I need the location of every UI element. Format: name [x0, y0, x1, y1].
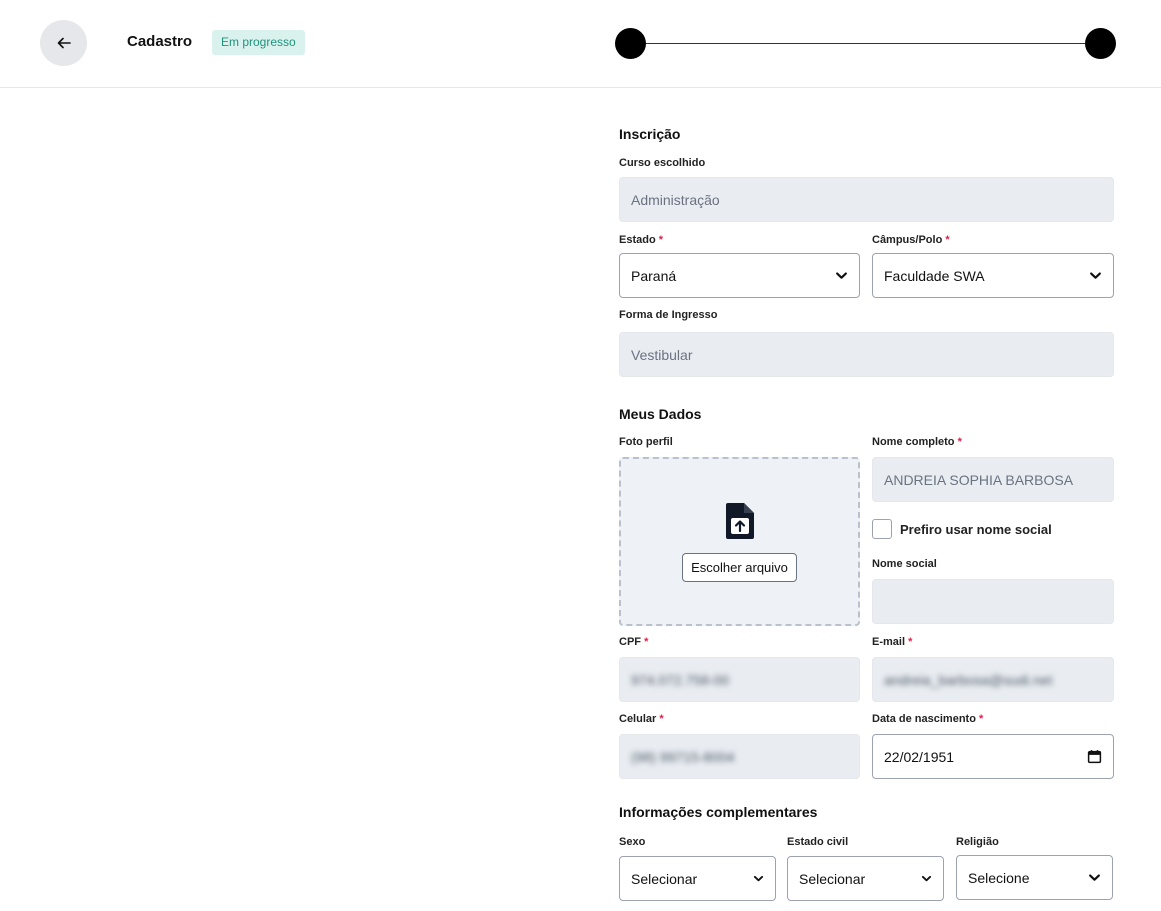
estado-civil-select[interactable]: Selecionar	[787, 856, 944, 901]
campus-label: Câmpus/Polo *	[872, 234, 950, 246]
step-connector	[646, 43, 1086, 44]
required-mark: *	[957, 436, 962, 448]
chevron-down-icon	[836, 272, 847, 279]
religiao-label: Religião	[956, 836, 999, 848]
required-mark: *	[908, 636, 913, 648]
nome-completo-field: ANDREIA SOPHIA BARBOSA	[872, 457, 1114, 502]
estado-select[interactable]: Paraná	[619, 253, 860, 298]
required-mark: *	[978, 713, 984, 725]
chevron-down-icon	[1089, 874, 1100, 881]
nome-social-field[interactable]	[872, 579, 1114, 624]
cpf-value: 974.072.758-00	[631, 671, 730, 688]
curso-value: Administração	[631, 191, 720, 208]
forma-ingresso-label: Forma de Ingresso	[619, 309, 718, 321]
arrow-left-icon	[57, 37, 71, 49]
file-upload-icon	[725, 503, 754, 539]
data-nascimento-input[interactable]: 22/02/1951	[872, 734, 1114, 779]
back-button[interactable]	[40, 20, 87, 66]
forma-ingresso-value: Vestibular	[631, 346, 693, 363]
campus-value: Faculdade SWA	[884, 267, 985, 284]
chevron-down-icon	[753, 875, 764, 882]
cpf-field: 974.072.758-00	[619, 657, 860, 702]
cpf-label: CPF *	[619, 636, 649, 648]
nome-social-checkbox-label[interactable]: Prefiro usar nome social	[900, 522, 1052, 537]
step-indicator-2	[1085, 28, 1116, 59]
nome-completo-value: ANDREIA SOPHIA BARBOSA	[884, 471, 1074, 488]
required-mark: *	[658, 234, 664, 246]
celular-label: Celular *	[619, 713, 664, 725]
religiao-value: Selecione	[968, 869, 1030, 886]
data-nascimento-value: 22/02/1951	[884, 748, 955, 765]
top-bar: Cadastro Em progresso	[0, 0, 1161, 88]
forma-ingresso-field: Vestibular	[619, 332, 1114, 377]
choose-file-button[interactable]: Escolher arquivo	[682, 553, 797, 582]
required-mark: *	[659, 713, 664, 725]
religiao-select[interactable]: Selecione	[956, 855, 1113, 900]
estado-label: Estado *	[619, 234, 664, 246]
sexo-select[interactable]: Selecionar	[619, 856, 776, 901]
required-mark: *	[945, 234, 950, 246]
photo-upload-dropzone[interactable]: Escolher arquivo	[619, 457, 860, 626]
email-value: andreia_barbosa@sudi.net	[884, 671, 1053, 688]
chevron-down-icon	[1090, 272, 1101, 279]
step-indicator-1	[615, 28, 646, 59]
section-title-complementares: Informações complementares	[619, 804, 818, 820]
page-title: Cadastro	[127, 33, 193, 50]
curso-field: Administração	[619, 177, 1114, 222]
celular-field: (98) 99715-8004	[619, 734, 860, 779]
status-badge: Em progresso	[212, 30, 305, 55]
nome-social-label: Nome social	[872, 558, 937, 570]
sexo-label: Sexo	[619, 836, 646, 848]
email-field: andreia_barbosa@sudi.net	[872, 657, 1114, 702]
section-title-meus-dados: Meus Dados	[619, 406, 702, 422]
estado-civil-value: Selecionar	[799, 870, 866, 887]
chevron-down-icon	[921, 875, 932, 882]
nome-social-checkbox[interactable]	[872, 519, 892, 539]
calendar-icon[interactable]	[1087, 749, 1102, 764]
data-nascimento-label: Data de nascimento *	[872, 713, 984, 725]
foto-perfil-label: Foto perfil	[619, 436, 673, 448]
section-title-inscricao: Inscrição	[619, 126, 681, 142]
celular-value: (98) 99715-8004	[631, 748, 735, 765]
curso-label: Curso escolhido	[619, 157, 706, 169]
estado-value: Paraná	[631, 267, 677, 284]
nome-completo-label: Nome completo *	[872, 436, 962, 448]
estado-civil-label: Estado civil	[787, 836, 849, 848]
required-mark: *	[644, 636, 649, 648]
email-label: E-mail *	[872, 636, 913, 648]
campus-select[interactable]: Faculdade SWA	[872, 253, 1114, 298]
nome-social-checkbox-row[interactable]: Prefiro usar nome social	[872, 519, 1052, 539]
sexo-value: Selecionar	[631, 870, 698, 887]
